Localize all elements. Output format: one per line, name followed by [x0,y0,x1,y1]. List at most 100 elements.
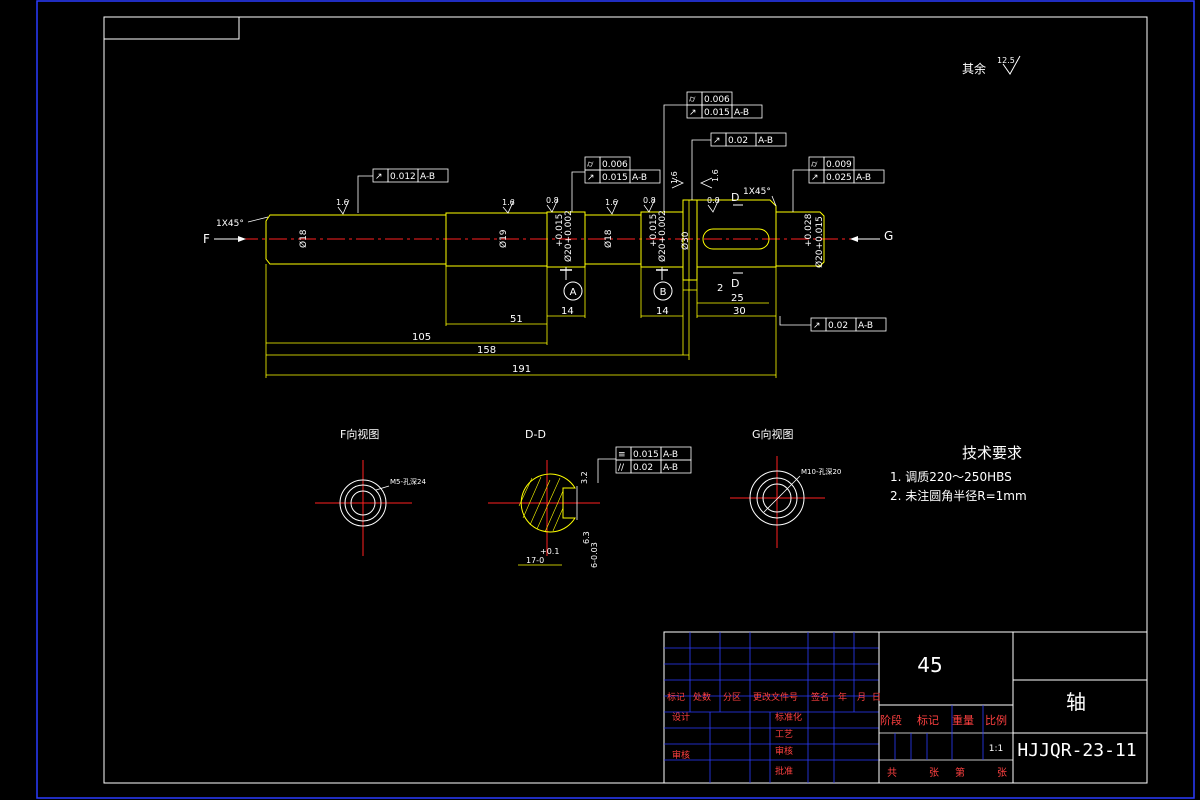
tolerance-frame-text: 0.006 [602,160,628,170]
chamfer-right: 1X45° [743,187,771,197]
tb-sheet-label: 共 [887,767,897,779]
dim-158: 158 [477,345,496,356]
tb-header-cell: 年 [838,691,847,703]
section-depth: 17-0 [526,556,544,565]
tb-stage-label: 重量 [952,713,974,727]
section-frames: ≡ 0.015 A-B // 0.02 A-B [615,446,692,474]
tb-header-cell: 日 [872,692,881,703]
f-view-label: M5-孔深24 [390,477,426,486]
g-view-label: M10-孔深20 [801,467,841,476]
section-mark-top: D [731,191,739,204]
tb-header-cell: 标记 [667,691,685,703]
section-frame-text: ≡ [618,450,626,460]
roughness-symbols [337,177,720,215]
tolerance-frame-text: ↗ [813,321,821,331]
title-block-header: 标记 处数 分区 更改文件号 签名年月日设计审核标准化工艺审核批准阶段 标记 重量 比例共张第… [667,691,1007,779]
tolerance-2: +0.015 [649,214,659,247]
dimension-lines [265,200,777,378]
tolerance-frame-text: 0.006 [704,95,730,105]
tolerance-frame-text: 0.02 [728,136,748,146]
roughness-8: 0.8 [707,196,720,205]
tolerance-3: +0.028 [804,213,814,247]
tolerance-frame-text: 0.025 [826,173,852,183]
scale: 1:1 [989,744,1003,754]
tb-header-cell: 处数 [693,691,711,703]
section-frame-text: // [618,463,625,473]
tb-stage-label: 比例 [985,713,1007,727]
dim-14b: 14 [656,306,669,317]
tb-mid-label: 工艺 [775,729,793,740]
dim-14a: 14 [561,306,574,317]
tech-title: 技术要求 [962,444,1022,462]
tb-sheet-label: 张 [929,767,939,779]
tb-sheet-label: 第 [955,766,965,779]
f-arrow [214,236,246,242]
g-arrow [850,236,880,242]
tb-mid-label: 审核 [775,745,793,757]
shaft-outline [265,199,825,281]
tolerance-frame-text: A-B [420,172,435,182]
section-depth-tol: +0.1 [540,547,559,556]
tolerance-frame-text: 0.02 [828,321,848,331]
tb-mid-label: 批准 [775,765,793,777]
dim-191: 191 [512,364,531,375]
diameter-1: Ø18 [298,229,309,248]
section-frame-text: 0.015 [633,450,659,460]
tb-stage-label: 阶段 [880,713,902,727]
surface-note-label: 其余 [962,61,986,76]
part-name: 轴 [1066,690,1086,714]
f-view-drawing [315,460,412,556]
tb-header-cell: 分区 [723,692,741,703]
tolerance-frame-text: A-B [758,136,773,146]
dim-2: 2 [717,283,723,294]
tb-header-cell: 更改文件号 [753,691,798,703]
datum-b-label: B [660,287,667,298]
tolerance-frame-text: A-B [632,173,647,183]
roughness-5: 0.8 [643,196,656,205]
section-rough2: 6.3 [582,531,591,544]
section-frame-text: A-B [663,450,678,460]
section-roughness: 3.2 [580,471,589,484]
material: 45 [917,653,942,677]
tb-sheet-label: 张 [997,767,1007,779]
tolerance-frame-text: 0.015 [602,173,628,183]
tolerance-frame-text: ↗ [689,108,697,118]
tb-stage-label: 标记 [917,713,939,727]
tech-item-2: 2. 未注圆角半径R=1mm [890,488,1027,503]
tolerance-frame-text: ⌭ [587,160,594,170]
diameter-4: Ø18 [603,229,614,248]
tolerance-frame-text: 0.009 [826,160,852,170]
tolerance-frame-text: ↗ [811,173,819,183]
tolerance-frame-text: ⌭ [689,95,696,105]
outer-frame [36,0,1195,799]
tolerance-frame-text: A-B [734,108,749,118]
tb-left-label: 审核 [672,749,690,761]
section-frame-text: A-B [663,463,678,473]
section-mark-bottom: D [731,277,739,290]
tb-header-cell: 月 [857,692,866,703]
tolerance-1: +0.015 [555,214,565,247]
tb-left-label: 设计 [672,711,690,723]
roughness-7: 1.6 [711,169,720,182]
tolerance-frame-text: A-B [858,321,873,331]
datum-a-label: A [570,287,577,298]
roughness-3: 0.8 [546,196,559,205]
tolerance-frame-text: ↗ [587,173,595,183]
dim-30: 30 [733,306,746,317]
tolerance-frame-text: ↗ [713,136,721,146]
tolerance-frame-text: 0.015 [704,108,730,118]
section-width: 6-0.03 [590,542,599,568]
diameter-2: Ø19 [498,229,509,248]
g-view-title: G向视图 [752,427,794,441]
drawing-canvas: 其余 12.5 F G 1X45° 1X45° D D Ø18 Ø19 Ø20+… [36,0,1195,799]
chamfer-left: 1X45° [216,219,244,229]
tolerance-frame-text: 0.012 [390,172,416,182]
diameter-7: Ø20+0.015 [814,216,825,268]
section-title: D-D [525,428,546,441]
dim-25: 25 [731,293,744,304]
surface-note-value: 12.5 [997,56,1015,65]
corner-box [103,16,240,40]
tolerance-frame-text: ⌭ [811,160,818,170]
drawing-number: HJJQR-23-11 [1017,740,1136,761]
tolerance-frame-text: ↗ [375,172,383,182]
